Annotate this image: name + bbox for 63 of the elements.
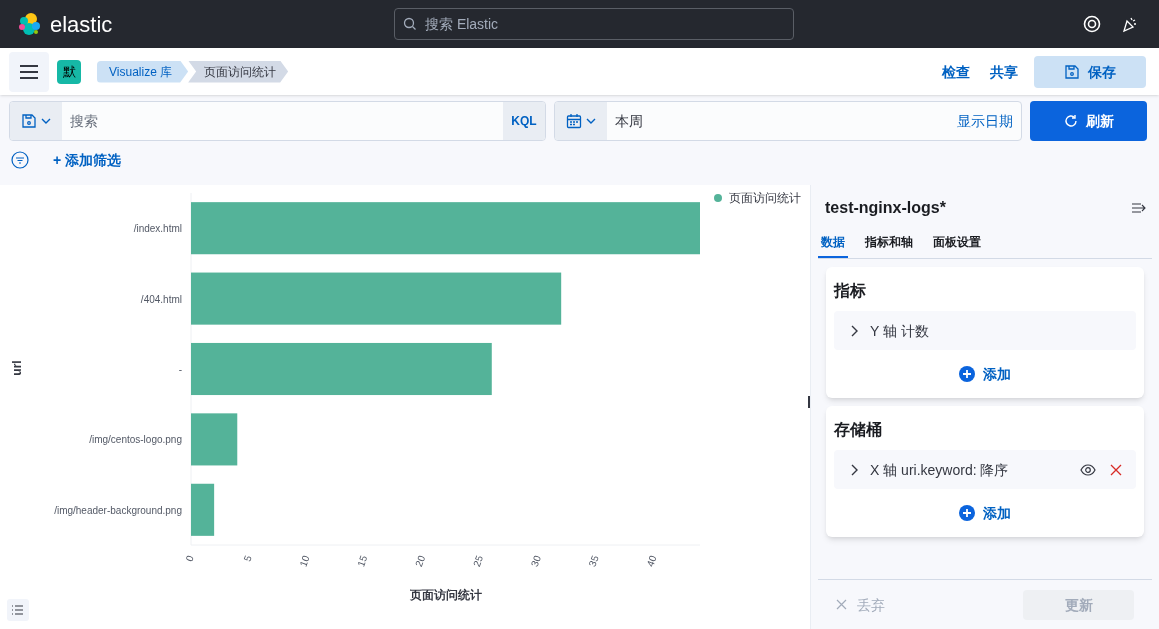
- axis-label: -: [178, 364, 182, 375]
- logo-text[interactable]: elastic: [50, 7, 113, 41]
- header-link[interactable]: 共享: [990, 61, 1018, 82]
- chevron-down-icon: [586, 116, 596, 126]
- add-filter-link[interactable]: + 添加筛选: [53, 149, 122, 170]
- close-icon[interactable]: [1110, 463, 1122, 476]
- save-icon: [1064, 63, 1080, 80]
- tick-label: 0: [183, 553, 196, 563]
- tick-label: 25: [470, 553, 486, 569]
- aggregation-row[interactable]: X 轴 uri.keyword: 降序: [834, 450, 1136, 489]
- tick-label: 35: [586, 553, 601, 569]
- help-icon[interactable]: [1083, 15, 1101, 33]
- tick-label: 30: [528, 553, 543, 569]
- tab[interactable]: 指标和轴: [862, 234, 916, 258]
- axis-label: /img/centos-logo.png: [89, 434, 182, 446]
- save-button[interactable]: 保存: [1034, 55, 1146, 88]
- header-link[interactable]: 检查: [942, 61, 970, 82]
- breadcrumb[interactable]: 页面访问统计: [188, 60, 289, 83]
- show-dates-link[interactable]: 显示日期: [949, 102, 1021, 140]
- close-icon: [836, 599, 847, 610]
- aggregation-row[interactable]: Y 轴 计数: [834, 311, 1136, 350]
- tab[interactable]: 数据: [818, 234, 848, 258]
- panel-title: test-nginx-logs*: [825, 198, 946, 218]
- search-field[interactable]: 搜索 Elastic: [425, 14, 785, 34]
- search-icon: [403, 17, 417, 31]
- party-popper-icon[interactable]: [1121, 15, 1139, 33]
- section-title: 指标: [834, 281, 866, 301]
- calendar-icon: [566, 113, 582, 129]
- logo-icon[interactable]: [16, 11, 42, 37]
- breadcrumb[interactable]: Visualize 库: [97, 60, 189, 83]
- tick-label: 15: [355, 553, 370, 569]
- tick-label: 10: [297, 553, 312, 569]
- add-button[interactable]: 添加: [959, 499, 1011, 527]
- tick-label: 5: [241, 553, 254, 563]
- language-toggle[interactable]: KQL: [503, 102, 545, 140]
- menu-icon[interactable]: [9, 51, 49, 92]
- refresh-button[interactable]: 刷新: [1030, 101, 1147, 141]
- chevron-down-icon: [41, 116, 51, 126]
- axis-title: 页面访问统计: [409, 588, 482, 602]
- axis-label: /img/header-background.png: [54, 504, 182, 516]
- plus-icon: [959, 366, 975, 382]
- space-avatar[interactable]: 默: [57, 59, 81, 84]
- save-icon: [21, 113, 37, 129]
- search-bar[interactable]: 搜索 Elastic: [394, 8, 794, 40]
- date-picker-button[interactable]: [555, 102, 607, 140]
- add-button[interactable]: 添加: [959, 360, 1011, 388]
- axis-label: /404.html: [140, 293, 182, 305]
- filter-icon[interactable]: [11, 150, 29, 169]
- refresh-icon: [1063, 114, 1078, 128]
- collapse-icon[interactable]: [1131, 202, 1147, 214]
- legend-toggle-icon[interactable]: [7, 599, 29, 621]
- axis-title: url: [10, 360, 24, 376]
- plus-icon: [959, 505, 975, 521]
- saved-query-button[interactable]: [10, 102, 62, 140]
- eye-icon[interactable]: [1080, 463, 1096, 476]
- tick-label: 20: [413, 553, 428, 569]
- query-bar[interactable]: 搜索 KQL: [9, 101, 546, 141]
- section-title: 存储桶: [834, 420, 882, 440]
- axis-label: /index.html: [133, 223, 182, 235]
- tick-label: 40: [644, 553, 659, 569]
- time-range: 本周: [614, 112, 644, 131]
- legend-label[interactable]: 页面访问统计: [729, 191, 801, 205]
- tab[interactable]: 面板设置: [930, 234, 984, 258]
